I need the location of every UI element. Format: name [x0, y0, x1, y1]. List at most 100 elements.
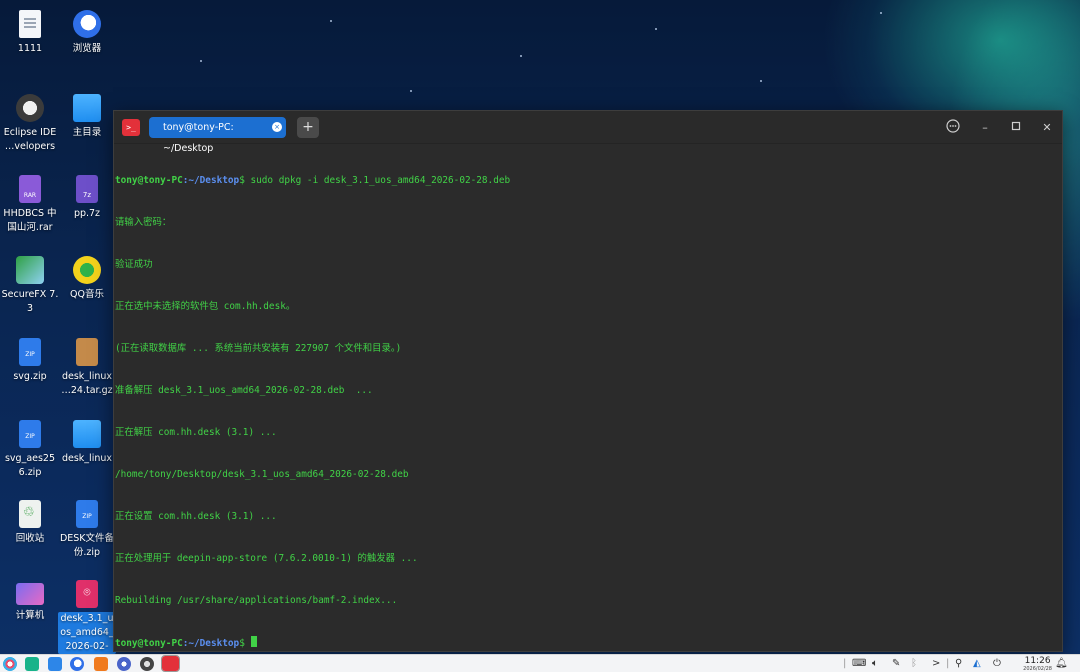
prompt-path: :~/Desktop [182, 175, 240, 186]
taskbar: | ⌨ 🔈︎ ✎ ᛒ > | ⚲ ◭ ⏻ 11:26 2026/02/28 🔔︎ [0, 654, 1080, 672]
desktop-icon-label: svg_aes256.zip [4, 453, 56, 478]
terminal-line: tony@tony-PC:~/Desktop$ [115, 636, 1062, 650]
terminal-line: (正在读取数据库 ... 系统当前共安装有 227907 个文件和目录。) [115, 343, 402, 354]
desktop-icon-browser[interactable]: 浏览器 [58, 10, 116, 56]
folder-icon [73, 420, 101, 448]
deb-package-icon: ⌾ [76, 580, 98, 608]
browser-taskbar-icon[interactable] [70, 657, 84, 671]
expand-tray-icon[interactable]: > [932, 656, 940, 672]
prompt-symbol: $ [239, 638, 245, 649]
app-store-icon[interactable] [48, 657, 62, 671]
desktop-icon-svg-zip[interactable]: ZIP svg.zip [1, 338, 59, 384]
desktop-icon-label: 主目录 [72, 127, 102, 138]
terminal-app-icon: >_ [122, 119, 140, 136]
zip-badge: ZIP [25, 433, 35, 440]
bluetooth-icon[interactable]: ᛒ [911, 656, 917, 672]
menu-icon[interactable] [944, 119, 962, 137]
desktop-icon-label: desk_linux [61, 453, 113, 464]
terminal-cursor [250, 636, 257, 647]
desktop-icon-desk-linux-folder[interactable]: desk_linux [58, 420, 116, 466]
prompt-user: tony@tony-PC [115, 175, 183, 186]
prompt-user: tony@tony-PC [115, 638, 183, 649]
terminal-line: /home/tony/Desktop/desk_3.1_uos_amd64_20… [115, 469, 409, 480]
desktop-icon-1111[interactable]: 1111 [1, 10, 59, 56]
desktop-icon-qqmusic[interactable]: QQ音乐 [58, 256, 116, 302]
document-icon [19, 10, 41, 38]
7z-archive-icon: 7z [76, 175, 98, 203]
zip-archive-icon: ZIP [19, 338, 41, 366]
terminal-line: 准备解压 desk_3.1_uos_amd64_2026-02-28.deb .… [115, 385, 373, 396]
desktop-icon-label: Eclipse IDE …velopers [3, 127, 57, 152]
tray-divider: | [843, 658, 847, 669]
desktop-icon-label: desk_3.1_uos_amd64_2026-02- [58, 612, 116, 654]
desktop-icon-desk-deb[interactable]: ⌾ desk_3.1_uos_amd64_2026-02- [58, 580, 116, 654]
desktop-icon-label: pp.7z [73, 208, 101, 219]
notification-bell-icon[interactable]: 🔔︎ [1055, 656, 1068, 672]
wifi-icon[interactable]: ◭ [973, 656, 981, 672]
app-store-orange-icon[interactable] [94, 657, 108, 671]
desktop-icon-svg-aes256-zip[interactable]: ZIP svg_aes256.zip [1, 420, 59, 480]
terminal-titlebar[interactable]: >_ tony@tony-PC: ~/Desktop × + – ✕ [114, 111, 1062, 154]
zip-badge: ZIP [25, 351, 35, 358]
terminal-line: 正在处理用于 deepin-app-store (7.6.2.0010-1) 的… [115, 553, 418, 564]
zip-badge: ZIP [82, 513, 92, 520]
7z-badge: 7z [82, 191, 92, 199]
terminal-line: 正在选中未选择的软件包 com.hh.desk。 [115, 301, 296, 312]
desktop-icon-label: 计算机 [15, 610, 45, 621]
multitask-view-icon[interactable] [25, 657, 39, 671]
desktop-icon-eclipse[interactable]: Eclipse IDE …velopers [1, 94, 59, 154]
desktop-icon-computer[interactable]: 计算机 [1, 580, 59, 623]
qq-music-icon [73, 256, 101, 284]
eclipse-taskbar-icon[interactable] [140, 657, 154, 671]
launcher-icon[interactable] [3, 657, 17, 671]
settings-icon[interactable] [117, 657, 131, 671]
desktop-icon-label: svg.zip [13, 371, 47, 382]
desktop-icon-securefx[interactable]: SecureFX 7.3 [1, 256, 59, 316]
maximize-icon[interactable] [1007, 119, 1025, 137]
desktop-icon-hhdbcs-rar[interactable]: RAR HHDBCS 中国山河.rar [1, 175, 59, 235]
zip-archive-icon: ZIP [19, 420, 41, 448]
minimize-icon[interactable]: – [976, 119, 994, 137]
close-icon[interactable]: ✕ [1038, 119, 1056, 137]
browser-icon [73, 10, 101, 38]
desktop-icon-label: 1111 [17, 43, 43, 54]
terminal-line: 验证成功 [115, 259, 153, 270]
desktop-icon-label: desk_linux …24.tar.gz [61, 371, 113, 396]
clock-time: 11:26 [1024, 656, 1051, 666]
power-icon[interactable]: ⏻ [993, 656, 1001, 672]
desktop-icon-desk-backup-zip[interactable]: ZIP DESK文件备份.zip [58, 500, 116, 560]
prompt-path: :~/Desktop [182, 638, 240, 649]
terminal-output[interactable]: tony@tony-PC:~/Desktop$ sudo dpkg -i des… [114, 144, 1062, 672]
desktop-icon-label: 回收站 [15, 533, 45, 544]
desktop-icon-label: 浏览器 [72, 43, 102, 54]
trash-icon [19, 500, 41, 528]
desktop-icon-home[interactable]: 主目录 [58, 94, 116, 140]
clock[interactable]: 11:26 2026/02/28 [1023, 656, 1052, 672]
desktop-icon-label: QQ音乐 [70, 289, 104, 300]
terminal-line: 请输入密码： [115, 217, 172, 228]
eclipse-icon [16, 94, 44, 122]
terminal-command: sudo dpkg -i desk_3.1_uos_amd64_2026-02-… [244, 175, 511, 186]
terminal-line: Rebuilding /usr/share/applications/bamf-… [115, 595, 398, 606]
terminal-taskbar-icon[interactable] [161, 655, 180, 672]
desktop-icon-label: SecureFX 7.3 [1, 289, 59, 314]
home-folder-icon [73, 94, 101, 122]
volume-icon[interactable]: 🔈︎ [872, 656, 878, 672]
pen-icon[interactable]: ✎ [892, 656, 900, 672]
tab-close-icon[interactable]: × [272, 122, 282, 132]
desktop-icon-trash[interactable]: 回收站 [1, 500, 59, 546]
terminal-window[interactable]: >_ tony@tony-PC: ~/Desktop × + – ✕ tony@… [113, 110, 1063, 652]
zip-archive-icon: ZIP [76, 500, 98, 528]
search-icon[interactable]: ⚲ [955, 656, 962, 672]
computer-icon [16, 583, 44, 605]
tar-archive-icon [76, 338, 98, 366]
desktop-icon-desk-linux-tgz[interactable]: desk_linux …24.tar.gz [58, 338, 116, 398]
tray-divider: | [946, 658, 950, 669]
rar-archive-icon: RAR [19, 175, 41, 203]
desktop-icon-pp7z[interactable]: 7z pp.7z [58, 175, 116, 221]
terminal-tab[interactable]: tony@tony-PC: ~/Desktop × [149, 117, 286, 154]
keyboard-icon[interactable]: ⌨ [852, 656, 866, 672]
new-tab-button[interactable]: + [297, 117, 319, 138]
terminal-line: 正在设置 com.hh.desk (3.1) ... [115, 511, 277, 522]
rar-badge: RAR [23, 192, 37, 199]
